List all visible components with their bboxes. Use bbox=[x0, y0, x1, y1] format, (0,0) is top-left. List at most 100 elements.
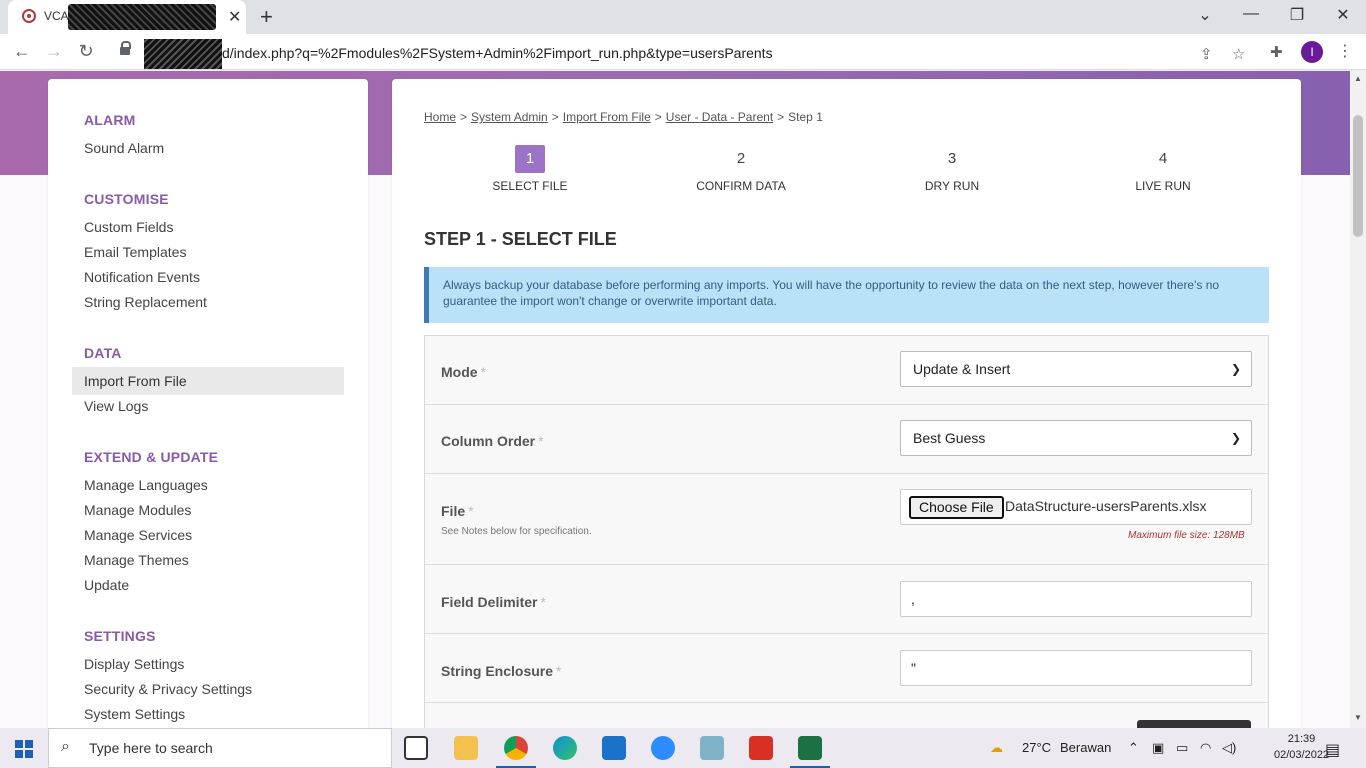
share-icon[interactable]: ⇪ bbox=[1200, 45, 1213, 63]
url-text[interactable]: d/index.php?q=%2Fmodules%2FSystem+Admin%… bbox=[222, 45, 773, 61]
sidebar-item-sound-alarm[interactable]: Sound Alarm bbox=[72, 134, 344, 162]
address-bar[interactable]: d/index.php?q=%2Fmodules%2FSystem+Admin%… bbox=[110, 37, 1260, 69]
step-live-run: 4 LIVE RUN bbox=[1088, 145, 1238, 193]
step-select-file: 1 SELECT FILE bbox=[455, 145, 605, 193]
tray-chevron-icon[interactable]: ⌃ bbox=[1128, 740, 1139, 756]
page-scrollbar[interactable]: ▲ ▼ bbox=[1350, 71, 1366, 728]
required-mark: * bbox=[556, 663, 562, 679]
browser-menu-icon[interactable]: ⋮ bbox=[1337, 41, 1353, 61]
step-number: 4 bbox=[1158, 150, 1168, 167]
sidebar-item-string-replacement[interactable]: String Replacement bbox=[72, 288, 344, 316]
step-number: 3 bbox=[947, 150, 957, 167]
new-tab-button[interactable]: + bbox=[260, 4, 273, 30]
sidebar-item-security-privacy-settings[interactable]: Security & Privacy Settings bbox=[72, 675, 344, 703]
weather-desc[interactable]: Berawan bbox=[1060, 740, 1111, 755]
selected-file-name: DataStructure-usersParents.xlsx bbox=[1005, 498, 1207, 514]
wifi-icon[interactable]: ◠ bbox=[1200, 740, 1211, 756]
required-mark: * bbox=[468, 503, 474, 519]
close-window-button[interactable]: ✕ bbox=[1331, 5, 1355, 25]
sidebar-item-import-from-file[interactable]: Import From File bbox=[72, 367, 344, 395]
step-confirm-data: 2 CONFIRM DATA bbox=[666, 145, 816, 193]
string-enclosure-label: String Enclosure * bbox=[441, 663, 561, 679]
step-label: CONFIRM DATA bbox=[696, 179, 786, 193]
weather-temp[interactable]: 27°C bbox=[1022, 740, 1051, 755]
search-icon: ⌕ bbox=[61, 738, 70, 755]
breadcrumb-user-data-parent[interactable]: User - Data - Parent bbox=[666, 110, 773, 124]
sidebar-item-manage-services[interactable]: Manage Services bbox=[72, 521, 344, 549]
volume-icon[interactable]: ◁) bbox=[1222, 740, 1236, 756]
redacted-region bbox=[144, 39, 222, 69]
sidebar-item-view-logs[interactable]: View Logs bbox=[72, 392, 344, 420]
chrome-icon[interactable] bbox=[504, 736, 528, 760]
breadcrumb-separator: > bbox=[654, 110, 662, 124]
breadcrumb-home[interactable]: Home bbox=[424, 110, 456, 124]
field-delimiter-label-text: Field Delimiter bbox=[441, 594, 538, 610]
string-enclosure-label-text: String Enclosure bbox=[441, 663, 554, 679]
mail-icon[interactable] bbox=[602, 736, 626, 760]
browser-tab[interactable]: VCA ✕ bbox=[8, 0, 246, 34]
string-enclosure-input[interactable]: " bbox=[900, 650, 1252, 686]
sidebar-heading-data: DATA bbox=[84, 345, 122, 361]
taskbar-clock[interactable]: 21:39 02/03/2022 bbox=[1274, 731, 1329, 763]
lock-icon[interactable] bbox=[120, 41, 131, 57]
forward-arrow-icon[interactable]: → bbox=[43, 41, 65, 62]
weather-icon[interactable]: ☁ bbox=[990, 740, 1003, 756]
tab-search-icon[interactable]: ⌄ bbox=[1193, 5, 1217, 25]
sidebar-item-email-templates[interactable]: Email Templates bbox=[72, 238, 344, 266]
step-number: 1 bbox=[515, 145, 545, 173]
form-row-string-enclosure: String Enclosure * " bbox=[425, 634, 1268, 703]
back-arrow-icon[interactable]: ← bbox=[11, 41, 33, 62]
file-label-text: File bbox=[441, 503, 466, 519]
file-explorer-icon[interactable] bbox=[454, 736, 478, 760]
scroll-down-icon[interactable]: ▼ bbox=[1354, 713, 1362, 722]
restore-button[interactable]: ❐ bbox=[1285, 5, 1309, 25]
column-order-select[interactable]: Best Guess ❯ bbox=[900, 420, 1252, 456]
acrobat-icon[interactable] bbox=[749, 736, 773, 760]
column-order-select-value: Best Guess bbox=[913, 430, 986, 446]
sidebar-item-custom-fields[interactable]: Custom Fields bbox=[72, 213, 344, 241]
submit-button-partial[interactable] bbox=[1137, 720, 1251, 728]
mode-select[interactable]: Update & Insert ❯ bbox=[900, 351, 1252, 387]
breadcrumb: Home > System Admin > Import From File > User … bbox=[424, 110, 823, 124]
page-viewport: ALARM Sound Alarm CUSTOMISE Custom Field… bbox=[0, 71, 1350, 728]
breadcrumb-import-from-file[interactable]: Import From File bbox=[563, 110, 651, 124]
max-file-size-note: Maximum file size: 128MB bbox=[1128, 530, 1245, 541]
chevron-down-icon: ❯ bbox=[1230, 362, 1241, 376]
scrollbar-thumb[interactable] bbox=[1353, 115, 1363, 237]
windows-start-icon[interactable] bbox=[15, 740, 33, 758]
app-icon[interactable] bbox=[700, 736, 724, 760]
required-mark: * bbox=[540, 594, 546, 610]
task-view-icon[interactable] bbox=[404, 736, 428, 760]
edge-icon[interactable] bbox=[553, 736, 577, 760]
search-placeholder: Type here to search bbox=[89, 740, 213, 756]
sidebar-item-notification-events[interactable]: Notification Events bbox=[72, 263, 344, 291]
file-input[interactable]: Choose File DataStructure-usersParents.x… bbox=[900, 489, 1252, 525]
scroll-up-icon[interactable]: ▲ bbox=[1354, 74, 1362, 83]
sidebar-item-manage-themes[interactable]: Manage Themes bbox=[72, 546, 344, 574]
field-delimiter-input[interactable]: , bbox=[900, 581, 1252, 617]
profile-avatar[interactable]: I bbox=[1301, 41, 1323, 63]
extensions-puzzle-icon[interactable]: ✚ bbox=[1270, 43, 1283, 61]
column-order-label-text: Column Order bbox=[441, 433, 536, 449]
battery-icon[interactable]: ▭ bbox=[1176, 740, 1188, 756]
sidebar-item-manage-modules[interactable]: Manage Modules bbox=[72, 496, 344, 524]
file-label: File * bbox=[441, 503, 474, 519]
sidebar-item-manage-languages[interactable]: Manage Languages bbox=[72, 471, 344, 499]
reload-icon[interactable]: ↻ bbox=[75, 41, 97, 62]
minimize-button[interactable]: — bbox=[1239, 5, 1263, 23]
sidebar-item-update[interactable]: Update bbox=[72, 571, 344, 599]
excel-icon[interactable] bbox=[798, 736, 822, 760]
close-tab-icon[interactable]: ✕ bbox=[228, 7, 241, 27]
choose-file-button[interactable]: Choose File bbox=[909, 496, 1004, 519]
taskbar-search[interactable]: ⌕ Type here to search bbox=[48, 728, 392, 768]
breadcrumb-system-admin[interactable]: System Admin bbox=[471, 110, 548, 124]
step-dry-run: 3 DRY RUN bbox=[877, 145, 1027, 193]
tray-app-icon[interactable]: ▣ bbox=[1152, 740, 1164, 756]
bookmark-star-icon[interactable]: ☆ bbox=[1232, 45, 1245, 63]
zoom-icon[interactable] bbox=[651, 736, 675, 760]
mode-label: Mode * bbox=[441, 364, 486, 380]
sidebar-item-display-settings[interactable]: Display Settings bbox=[72, 650, 344, 678]
sidebar-item-system-settings[interactable]: System Settings bbox=[72, 700, 344, 728]
form-row-column-order: Column Order * Best Guess ❯ bbox=[425, 405, 1268, 474]
notifications-icon[interactable]: ▤ bbox=[1325, 740, 1340, 760]
